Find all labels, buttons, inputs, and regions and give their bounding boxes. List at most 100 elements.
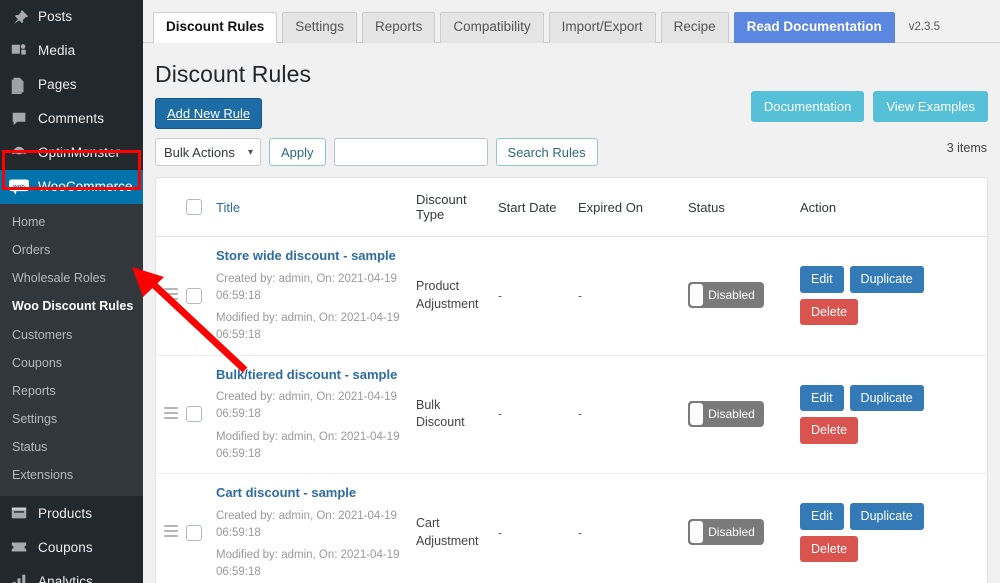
duplicate-button[interactable]: Duplicate: [850, 503, 924, 529]
submenu-item-reports[interactable]: Reports: [0, 377, 143, 405]
sidebar-item-label: Media: [38, 44, 75, 58]
edit-button[interactable]: Edit: [800, 385, 844, 411]
media-icon: [9, 41, 29, 61]
sidebar-item-comments[interactable]: Comments: [0, 102, 143, 136]
submenu-item-customers[interactable]: Customers: [0, 321, 143, 349]
submenu-label: Coupons: [12, 356, 62, 370]
tab-reports[interactable]: Reports: [362, 12, 435, 43]
tab-compatibility[interactable]: Compatibility: [440, 12, 543, 43]
sidebar-item-products[interactable]: Products: [0, 496, 143, 530]
select-all-checkbox[interactable]: [186, 199, 202, 215]
header-action-buttons: Documentation View Examples: [751, 91, 988, 122]
submenu-item-coupons[interactable]: Coupons: [0, 349, 143, 377]
search-rules-button[interactable]: Search Rules: [496, 138, 598, 166]
submenu-item-wholesale-roles[interactable]: Wholesale Roles: [0, 264, 143, 292]
sidebar-item-woocommerce[interactable]: woo WooCommerce: [0, 170, 143, 204]
bulk-actions-wrap: Bulk Actions ▾: [155, 138, 261, 166]
drag-handle-icon[interactable]: [164, 404, 178, 422]
submenu-label: Customers: [12, 328, 72, 342]
row-start-date: -: [494, 237, 574, 356]
row-start-date: -: [494, 355, 574, 474]
submenu-label: Settings: [12, 412, 57, 426]
apply-button[interactable]: Apply: [269, 138, 326, 166]
rule-title-link[interactable]: Bulk/tiered discount - sample: [216, 366, 408, 384]
duplicate-button[interactable]: Duplicate: [850, 385, 924, 411]
delete-button[interactable]: Delete: [800, 417, 858, 443]
page-title: Discount Rules: [143, 43, 1000, 88]
row-expired-on: -: [574, 355, 684, 474]
sidebar-item-coupons[interactable]: Coupons: [0, 530, 143, 564]
tab-settings[interactable]: Settings: [282, 12, 357, 43]
submenu-item-settings[interactable]: Settings: [0, 405, 143, 433]
row-action-cell: Edit Duplicate Delete: [796, 474, 987, 583]
plugin-version: v2.3.5: [909, 21, 940, 42]
main-content: Discount Rules Settings Reports Compatib…: [143, 0, 1000, 583]
sidebar-item-posts[interactable]: Posts: [0, 0, 143, 34]
row-title-cell: Cart discount - sample Created by: admin…: [212, 474, 412, 583]
drag-handle-icon[interactable]: [164, 285, 178, 303]
row-status-cell: Disabled: [684, 237, 796, 356]
rule-created-meta: Created by: admin, On: 2021-04-19 06:59:…: [216, 508, 408, 543]
tab-discount-rules[interactable]: Discount Rules: [153, 12, 277, 43]
row-title-cell: Store wide discount - sample Created by:…: [212, 237, 412, 356]
row-action-cell: Edit Duplicate Delete: [796, 355, 987, 474]
submenu-label: Status: [12, 440, 47, 454]
drag-handle-icon[interactable]: [164, 522, 178, 540]
items-count: 3 items: [947, 141, 987, 155]
action-buttons: Edit Duplicate Delete: [800, 503, 940, 562]
header-expired-on: Expired On: [574, 178, 684, 237]
status-label: Disabled: [703, 288, 762, 302]
row-checkbox[interactable]: [186, 406, 202, 422]
sidebar-item-media[interactable]: Media: [0, 34, 143, 68]
discount-rules-table: Title Discount Type Start Date Expired O…: [156, 178, 987, 583]
submenu-label: Extensions: [12, 468, 73, 482]
delete-button[interactable]: Delete: [800, 299, 858, 325]
row-checkbox[interactable]: [186, 288, 202, 304]
row-drag-handle-cell: [156, 237, 182, 356]
status-toggle[interactable]: Disabled: [688, 282, 764, 308]
rule-created-meta: Created by: admin, On: 2021-04-19 06:59:…: [216, 389, 408, 424]
header-title[interactable]: Title: [212, 178, 412, 237]
admin-sidebar: Posts Media Pages Comments OptinMonster: [0, 0, 143, 583]
documentation-button[interactable]: Documentation: [751, 91, 864, 122]
toggle-knob: [690, 284, 703, 306]
submenu-item-orders[interactable]: Orders: [0, 236, 143, 264]
duplicate-button[interactable]: Duplicate: [850, 266, 924, 292]
edit-button[interactable]: Edit: [800, 503, 844, 529]
status-toggle[interactable]: Disabled: [688, 519, 764, 545]
submenu-item-home[interactable]: Home: [0, 208, 143, 236]
submenu-item-status[interactable]: Status: [0, 433, 143, 461]
products-icon: [9, 503, 29, 523]
action-buttons: Edit Duplicate Delete: [800, 266, 940, 325]
sidebar-item-optinmonster[interactable]: OptinMonster: [0, 136, 143, 170]
row-checkbox-cell: [182, 237, 212, 356]
tab-read-documentation[interactable]: Read Documentation: [734, 12, 895, 43]
plugin-tab-bar: Discount Rules Settings Reports Compatib…: [143, 0, 1000, 43]
wordpress-admin-screen: Posts Media Pages Comments OptinMonster: [0, 0, 1000, 583]
view-examples-button[interactable]: View Examples: [873, 91, 988, 122]
row-expired-on: -: [574, 474, 684, 583]
table-row: Bulk/tiered discount - sample Created by…: [156, 355, 987, 474]
delete-button[interactable]: Delete: [800, 536, 858, 562]
sidebar-item-pages[interactable]: Pages: [0, 68, 143, 102]
tab-recipe[interactable]: Recipe: [661, 12, 729, 43]
status-toggle[interactable]: Disabled: [688, 401, 764, 427]
submenu-label: Home: [12, 215, 45, 229]
rule-title-link[interactable]: Cart discount - sample: [216, 484, 408, 502]
submenu-item-extensions[interactable]: Extensions: [0, 461, 143, 489]
submenu-label: Orders: [12, 243, 50, 257]
row-checkbox[interactable]: [186, 525, 202, 541]
table-row: Cart discount - sample Created by: admin…: [156, 474, 987, 583]
sidebar-item-analytics[interactable]: Analytics: [0, 564, 143, 583]
edit-button[interactable]: Edit: [800, 266, 844, 292]
pin-icon: [9, 7, 29, 27]
sidebar-item-label: WooCommerce: [38, 180, 133, 194]
bulk-actions-select[interactable]: Bulk Actions: [155, 138, 261, 166]
rule-title-link[interactable]: Store wide discount - sample: [216, 247, 408, 265]
add-new-rule-button[interactable]: Add New Rule: [155, 98, 262, 129]
sidebar-item-label: Pages: [38, 78, 77, 92]
submenu-item-woo-discount-rules[interactable]: Woo Discount Rules: [0, 292, 143, 320]
tab-import-export[interactable]: Import/Export: [549, 12, 656, 43]
row-status-cell: Disabled: [684, 355, 796, 474]
search-input[interactable]: [334, 138, 488, 166]
